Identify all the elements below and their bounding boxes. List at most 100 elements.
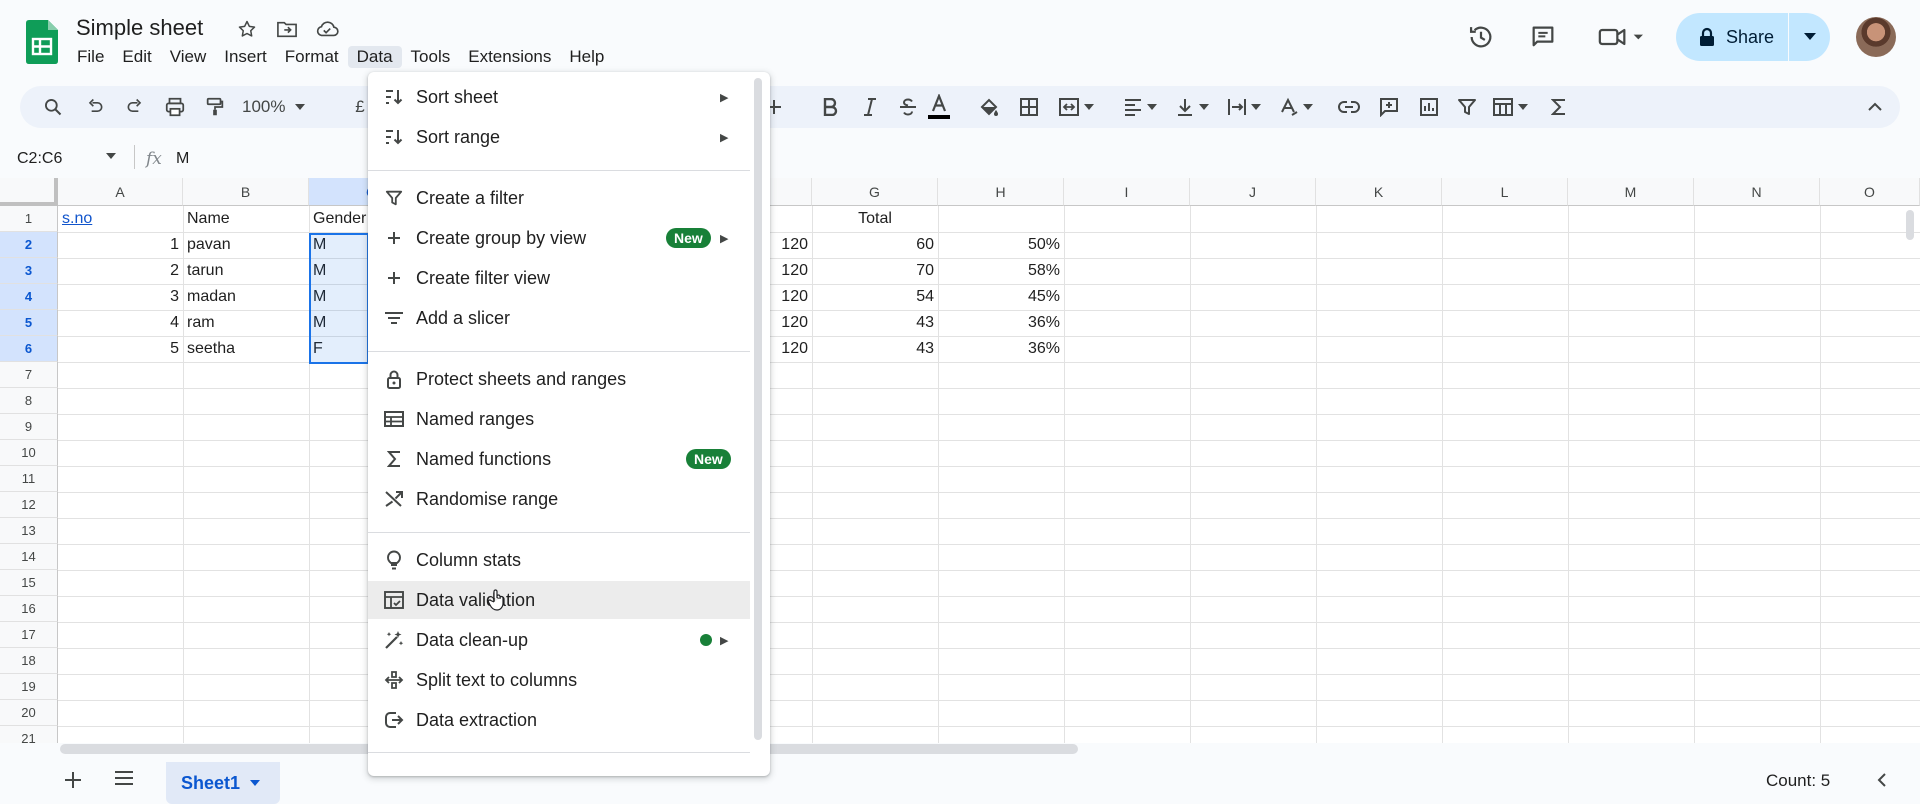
row-header-18[interactable]: 18 [0, 648, 58, 674]
menu-extensions[interactable]: Extensions [459, 46, 560, 68]
name-box-dropdown-icon[interactable] [106, 153, 116, 159]
cell-a1[interactable]: s.no [58, 206, 183, 232]
menu-scrollbar[interactable] [754, 78, 762, 740]
name-box[interactable]: C2:C6 [17, 150, 62, 168]
strikethrough-icon[interactable] [896, 94, 920, 120]
menu-item-data-extraction[interactable]: Data extraction [368, 701, 750, 739]
menu-item-create-filter-view[interactable]: Create filter view [368, 259, 750, 297]
column-header-h[interactable]: H [938, 178, 1064, 206]
currency-format-button[interactable]: £ [352, 94, 368, 120]
column-header-a[interactable]: A [58, 178, 183, 206]
menu-help[interactable]: Help [560, 46, 613, 68]
formula-input[interactable]: M [176, 150, 189, 168]
menu-view[interactable]: View [161, 46, 216, 68]
text-rotation-icon[interactable] [1276, 94, 1316, 120]
text-color-icon[interactable] [924, 94, 954, 120]
insert-comment-icon[interactable] [1376, 94, 1402, 120]
cloud-saved-icon[interactable] [314, 16, 340, 42]
row-header-1[interactable]: 1 [0, 206, 58, 232]
menu-item-randomise-range[interactable]: Randomise range [368, 480, 750, 518]
undo-icon[interactable] [82, 94, 108, 120]
sheets-logo-icon[interactable] [26, 20, 58, 64]
menu-item-sort-sheet[interactable]: Sort sheet ▶ [368, 78, 750, 116]
cell-g5[interactable]: 43 [812, 310, 938, 336]
column-header-b[interactable]: B [183, 178, 309, 206]
cell-b2[interactable]: pavan [183, 232, 309, 258]
search-menus-icon[interactable] [40, 94, 66, 120]
fill-color-icon[interactable] [976, 94, 1002, 120]
row-header-2[interactable]: 2 [0, 232, 58, 258]
redo-icon[interactable] [122, 94, 148, 120]
cell-h2[interactable]: 50% [938, 232, 1064, 258]
row-header-7[interactable]: 7 [0, 362, 58, 388]
row-header-6[interactable]: 6 [0, 336, 58, 362]
document-title[interactable]: Simple sheet [76, 15, 203, 41]
insert-chart-icon[interactable] [1416, 94, 1442, 120]
row-header-12[interactable]: 12 [0, 492, 58, 518]
row-header-5[interactable]: 5 [0, 310, 58, 336]
cell-b1[interactable]: Name [183, 206, 309, 232]
cell-a5[interactable]: 4 [58, 310, 183, 336]
menu-data[interactable]: Data [347, 46, 402, 68]
cell-h3[interactable]: 58% [938, 258, 1064, 284]
row-header-10[interactable]: 10 [0, 440, 58, 466]
collapse-toolbar-icon[interactable] [1862, 94, 1888, 120]
cell-h6[interactable]: 36% [938, 336, 1064, 362]
horizontal-align-icon[interactable] [1120, 94, 1160, 120]
borders-icon[interactable] [1016, 94, 1042, 120]
share-dropdown-icon[interactable] [1789, 33, 1830, 41]
print-icon[interactable] [162, 94, 188, 120]
row-header-11[interactable]: 11 [0, 466, 58, 492]
row-header-17[interactable]: 17 [0, 622, 58, 648]
menu-item-split-text-to-columns[interactable]: Split text to columns [368, 661, 750, 699]
row-header-20[interactable]: 20 [0, 700, 58, 726]
column-header-m[interactable]: M [1568, 178, 1694, 206]
version-history-icon[interactable] [1461, 17, 1501, 57]
menu-item-named-ranges[interactable]: Named ranges [368, 400, 750, 438]
vertical-scrollbar[interactable] [1906, 210, 1914, 240]
row-header-15[interactable]: 15 [0, 570, 58, 596]
column-header-o[interactable]: O [1820, 178, 1920, 206]
row-header-9[interactable]: 9 [0, 414, 58, 440]
cell-b5[interactable]: ram [183, 310, 309, 336]
menu-item-data-validation[interactable]: Data validation [368, 581, 750, 619]
cell-b4[interactable]: madan [183, 284, 309, 310]
merge-cells-icon[interactable] [1056, 94, 1096, 120]
star-icon[interactable] [234, 16, 260, 42]
meet-icon[interactable] [1595, 17, 1649, 57]
move-folder-icon[interactable] [274, 16, 300, 42]
cell-g3[interactable]: 70 [812, 258, 938, 284]
column-header-j[interactable]: J [1190, 178, 1316, 206]
table-view-icon[interactable] [1488, 94, 1532, 120]
cell-a3[interactable]: 2 [58, 258, 183, 284]
menu-item-data-clean-up[interactable]: Data clean-up ▶ [368, 621, 750, 659]
cell-h5[interactable]: 36% [938, 310, 1064, 336]
cell-a4[interactable]: 3 [58, 284, 183, 310]
cell-a2[interactable]: 1 [58, 232, 183, 258]
cell-g2[interactable]: 60 [812, 232, 938, 258]
menu-tools[interactable]: Tools [402, 46, 460, 68]
row-header-13[interactable]: 13 [0, 518, 58, 544]
column-header-n[interactable]: N [1694, 178, 1820, 206]
menu-item-create-group-by-view[interactable]: Create group by view New ▶ [368, 219, 750, 257]
cell-g1[interactable]: Total [812, 206, 938, 232]
menu-format[interactable]: Format [276, 46, 348, 68]
menu-item-protect-sheets-and-ranges[interactable]: Protect sheets and ranges [368, 360, 750, 398]
cell-b3[interactable]: tarun [183, 258, 309, 284]
row-header-21[interactable]: 21 [0, 726, 58, 743]
bold-icon[interactable] [818, 94, 842, 120]
selection-count[interactable]: Count: 5 [1766, 771, 1830, 791]
column-header-k[interactable]: K [1316, 178, 1442, 206]
cell-g4[interactable]: 54 [812, 284, 938, 310]
chevron-down-icon[interactable] [250, 780, 261, 786]
menu-item-add-a-slicer[interactable]: Add a slicer [368, 299, 750, 337]
cell-h4[interactable]: 45% [938, 284, 1064, 310]
menu-insert[interactable]: Insert [215, 46, 276, 68]
column-header-g[interactable]: G [812, 178, 938, 206]
menu-file[interactable]: File [68, 46, 113, 68]
functions-icon[interactable] [1546, 94, 1572, 120]
row-header-14[interactable]: 14 [0, 544, 58, 570]
filter-icon[interactable] [1454, 94, 1480, 120]
sheet-grid[interactable]: ABCDEFGHIJKLMNO 123456789101112131415161… [0, 178, 1920, 743]
paint-format-icon[interactable] [202, 94, 228, 120]
